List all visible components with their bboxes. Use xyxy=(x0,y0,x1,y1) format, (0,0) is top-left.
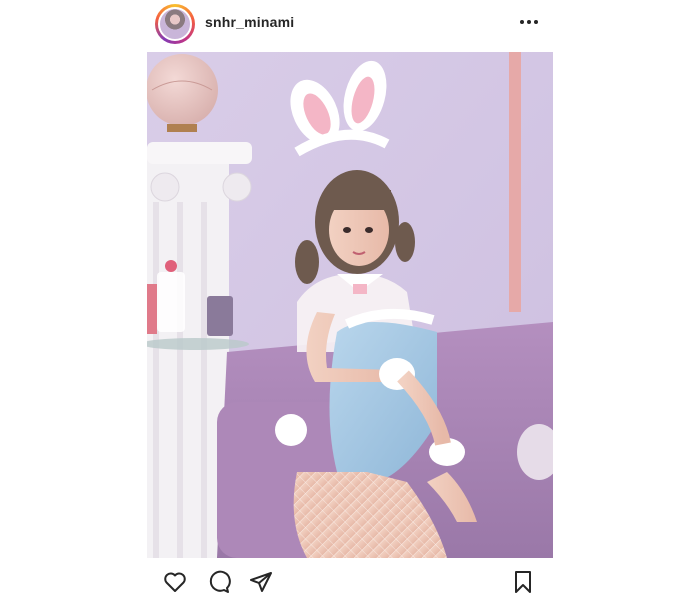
photo-illustration xyxy=(147,52,553,558)
story-ring[interactable] xyxy=(155,4,195,44)
profile-avatar[interactable] xyxy=(158,7,192,41)
instagram-post: snhr_minami xyxy=(147,0,553,600)
username[interactable]: snhr_minami xyxy=(205,14,294,30)
heart-icon[interactable] xyxy=(161,568,189,596)
bookmark-icon[interactable] xyxy=(509,568,537,596)
paper-plane-icon[interactable] xyxy=(247,568,275,596)
comment-icon[interactable] xyxy=(205,568,233,596)
post-actions xyxy=(147,566,553,596)
post-photo[interactable] xyxy=(147,52,553,558)
more-options-icon[interactable] xyxy=(517,12,541,32)
post-header: snhr_minami xyxy=(147,0,553,48)
